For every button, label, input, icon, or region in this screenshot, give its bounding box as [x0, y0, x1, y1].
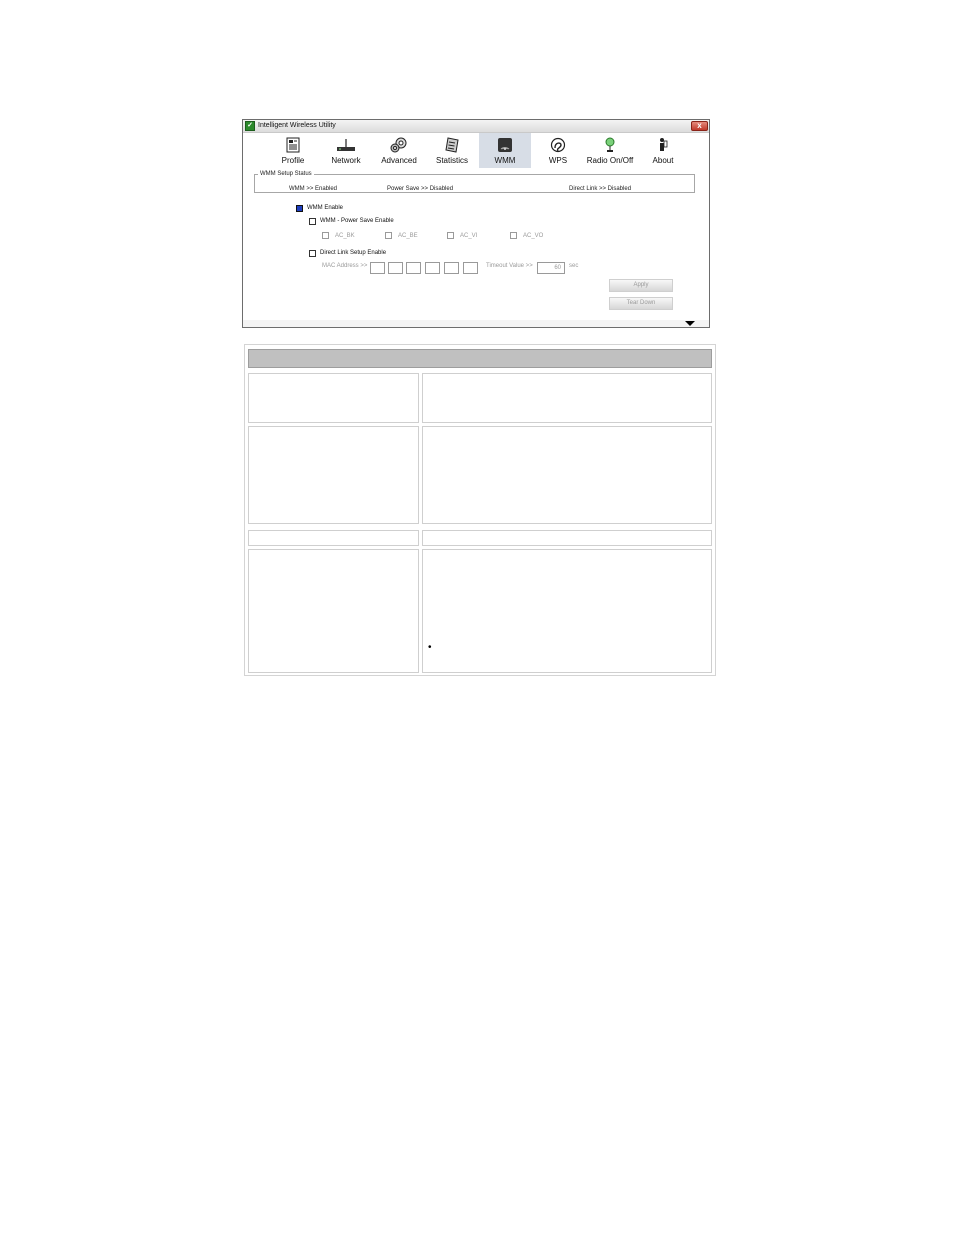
- direct-link-status-text: Direct Link >> Disabled: [569, 186, 632, 192]
- table-cell-desc-3: [422, 530, 712, 546]
- arrow-down-icon[interactable]: [685, 321, 695, 326]
- tab-network-label: Network: [331, 156, 361, 165]
- mac-address-octet-4[interactable]: [425, 262, 440, 274]
- tab-wps-label: WPS: [548, 156, 568, 165]
- mac-address-octet-1[interactable]: [370, 262, 385, 274]
- timeout-label: Timeout Value >>: [486, 263, 533, 269]
- statistics-icon: [445, 137, 459, 153]
- table-cell-item-4: [248, 549, 419, 673]
- ac-bk-label: AC_BK: [335, 233, 355, 239]
- network-icon: [337, 139, 355, 151]
- toolbar: Profile Network Advanced Statistics WMM …: [243, 133, 709, 168]
- wps-icon: [550, 137, 566, 153]
- tear-down-button[interactable]: Tear Down: [609, 297, 673, 310]
- wmm-enable-label: WMM Enable: [307, 205, 344, 211]
- utility-app-icon: ✓: [245, 121, 255, 131]
- table-cell-item-2: [248, 426, 419, 524]
- tab-radio-on-off-label: Radio On/Off: [586, 156, 634, 165]
- tab-advanced-label: Advanced: [381, 156, 417, 165]
- apply-button[interactable]: Apply: [609, 279, 673, 292]
- power-save-status-text: Power Save >> Disabled: [387, 186, 454, 192]
- tab-network[interactable]: Network: [323, 133, 369, 168]
- tab-statistics-label: Statistics: [435, 156, 468, 165]
- mac-address-label: MAC Address >>: [322, 263, 368, 269]
- tab-about[interactable]: About: [641, 133, 685, 168]
- ac-vo-checkbox[interactable]: [510, 232, 517, 239]
- bullet-point: •: [428, 642, 432, 653]
- radio-icon: [605, 137, 615, 152]
- tab-wmm[interactable]: WMM: [479, 133, 531, 168]
- table-cell-item-1: [248, 373, 419, 423]
- tab-profile-label: Profile: [281, 156, 305, 165]
- power-save-enable-checkbox[interactable]: [309, 218, 316, 225]
- wmm-setup-status-legend: WMM Setup Status: [260, 171, 312, 177]
- mac-address-octet-3[interactable]: [406, 262, 421, 274]
- ac-vi-checkbox[interactable]: [447, 232, 454, 239]
- utility-window: ✓ Intelligent Wireless Utility x Profile: [242, 119, 710, 328]
- table-cell-item-3: [248, 530, 419, 546]
- power-save-enable-label: WMM - Power Save Enable: [320, 218, 394, 224]
- table-cell-desc-2: [422, 426, 712, 524]
- table-cell-desc-1: [422, 373, 712, 423]
- window-title: Intelligent Wireless Utility: [258, 122, 336, 129]
- advanced-icon: [390, 137, 407, 153]
- wmm-status-text: WMM >> Enabled: [289, 186, 338, 192]
- tab-wmm-label: WMM: [494, 156, 516, 165]
- wmm-panel: WMM Setup Status WMM >> Enabled Power Sa…: [243, 169, 709, 327]
- mac-address-octet-5[interactable]: [444, 262, 459, 274]
- timeout-unit: sec: [569, 263, 579, 269]
- tab-profile[interactable]: Profile: [271, 133, 315, 168]
- tab-advanced[interactable]: Advanced: [375, 133, 423, 168]
- wmm-icon: [498, 138, 512, 152]
- tab-radio-on-off[interactable]: Radio On/Off: [581, 133, 639, 168]
- description-table: •: [244, 344, 716, 676]
- ac-bk-checkbox[interactable]: [322, 232, 329, 239]
- timeout-input[interactable]: 60: [537, 262, 565, 274]
- close-button[interactable]: x: [691, 121, 708, 131]
- direct-link-enable-checkbox[interactable]: [309, 250, 316, 257]
- table-header: [248, 349, 712, 368]
- ac-vo-label: AC_VO: [523, 233, 544, 239]
- bottom-strip: [243, 320, 709, 327]
- tab-about-label: About: [652, 156, 674, 165]
- direct-link-enable-label: Direct Link Setup Enable: [320, 250, 387, 256]
- tab-statistics[interactable]: Statistics: [427, 133, 477, 168]
- about-icon: [660, 138, 668, 151]
- table-cell-desc-4: •: [422, 549, 712, 673]
- wmm-enable-checkbox[interactable]: [296, 205, 303, 212]
- mac-address-octet-2[interactable]: [388, 262, 403, 274]
- title-bar[interactable]: ✓ Intelligent Wireless Utility x: [243, 120, 709, 133]
- ac-be-checkbox[interactable]: [385, 232, 392, 239]
- tab-wps[interactable]: WPS: [537, 133, 579, 168]
- profile-icon: [286, 137, 300, 153]
- ac-be-label: AC_BE: [398, 233, 418, 239]
- ac-vi-label: AC_VI: [460, 233, 478, 239]
- mac-address-octet-6[interactable]: [463, 262, 478, 274]
- wmm-setup-status: WMM Setup Status WMM >> Enabled Power Sa…: [254, 171, 695, 193]
